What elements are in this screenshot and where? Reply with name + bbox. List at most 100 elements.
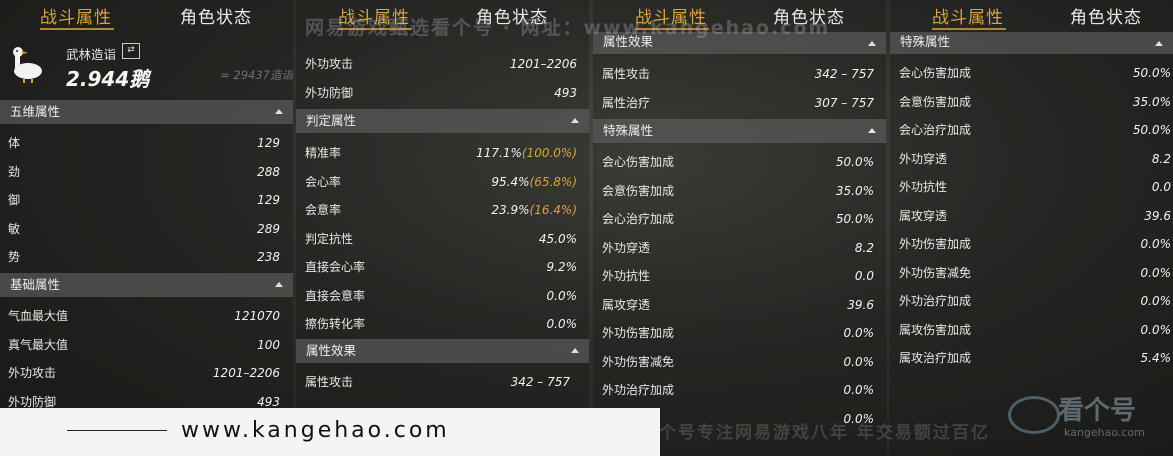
stat-value-text: 39.6 [1144, 208, 1171, 223]
section-base-attributes[interactable]: 基础属性 [0, 273, 293, 297]
stat-label: 体 [8, 136, 21, 150]
stat-value: 8.2 [855, 238, 874, 258]
stat-value-text: 307 – 757 [814, 95, 874, 110]
stat-value: 0.0% [547, 286, 578, 306]
stat-label: 属攻伤害加成 [899, 322, 972, 337]
stat-row: 属攻治疗加成 5.4% [899, 348, 1171, 368]
banner-left-fill [0, 408, 105, 456]
banner-url: www.kangehao.com [181, 418, 450, 443]
tab-bar: 战斗属性 角色状态 [890, 0, 1173, 30]
tab-character-status[interactable]: 角色状态 [1070, 3, 1142, 28]
stat-label: 敏 [8, 221, 21, 236]
stat-value-text: 0.0% [843, 354, 875, 369]
stat-value: 39.6 [1144, 206, 1171, 226]
stat-label: 判定抗性 [305, 231, 354, 246]
stat-value: 1201–2206 [213, 363, 280, 383]
stat-label: 外功伤害加成 [602, 326, 675, 340]
tab-combat-attributes[interactable]: 战斗属性 [40, 3, 112, 28]
stat-label: 会心伤害加成 [602, 155, 675, 169]
collapse-caret-icon[interactable] [571, 348, 579, 353]
stat-value-text: 50.0% [835, 212, 874, 226]
stat-value: 0.0% [1141, 263, 1172, 283]
cultivation-title: 武林造诣 [66, 47, 117, 62]
stat-value-text: 50.0% [1132, 123, 1171, 137]
stat-label: 会意伤害加成 [899, 94, 972, 109]
stat-row: 会意伤害加成 35.0% [899, 92, 1171, 112]
stat-label: 外功防御 [305, 85, 354, 100]
stat-row: 气血最大值 121070 [8, 306, 280, 326]
stat-row: 敏 289 [8, 219, 280, 239]
stat-label: 擦伤转化率 [305, 317, 366, 331]
stat-label: 外功攻击 [305, 57, 354, 71]
stat-row: 擦伤转化率 0.0% [305, 314, 577, 334]
section-five-attributes[interactable]: 五维属性 [0, 100, 293, 124]
stat-label: 势 [8, 250, 21, 264]
section-title: 特殊属性 [900, 34, 951, 49]
stat-label: 外功抗性 [899, 180, 948, 194]
stat-value: 238 [257, 247, 280, 267]
stat-label: 属性治疗 [602, 95, 651, 110]
collapse-caret-icon[interactable] [275, 109, 283, 114]
stat-row: 精准率 117.1%(100.0%) [305, 143, 577, 163]
stat-value: 95.4%(65.8%) [491, 172, 577, 192]
tab-character-status[interactable]: 角色状态 [180, 3, 252, 28]
section-special-attributes[interactable]: 特殊属性 [890, 32, 1173, 54]
stat-label: 外功伤害减免 [899, 265, 972, 280]
stat-row: 属攻穿透 39.6 [899, 206, 1171, 226]
stat-value: 0.0% [1141, 291, 1172, 311]
stat-value-highlight: (65.8%) [529, 174, 577, 189]
stat-value: 307 – 757 [815, 93, 874, 113]
stat-label: 会心治疗加成 [899, 123, 972, 137]
stat-row: 属性攻击 342 – 757 [305, 372, 570, 392]
tab-combat-attributes[interactable]: 战斗属性 [932, 3, 1004, 28]
stat-row: 属性治疗 307 – 757 [602, 93, 874, 113]
stat-value: 45.0% [539, 229, 577, 249]
watermark-bottom: 看个号专注网易游戏八年 年交易额过百亿 [640, 423, 990, 443]
collapse-caret-icon[interactable] [571, 118, 579, 123]
section-special-attributes[interactable]: 特殊属性 [593, 119, 886, 143]
active-tab-indicator [932, 28, 1006, 30]
stat-row: 真气最大值 100 [8, 335, 280, 355]
collapse-caret-icon[interactable] [275, 282, 283, 287]
stat-value: 35.0% [836, 181, 874, 201]
stat-value-text: 129 [257, 136, 280, 150]
collapse-caret-icon[interactable] [1155, 41, 1163, 46]
stat-value-text: 121070 [234, 309, 280, 323]
stat-row: 外功穿透 8.2 [899, 149, 1171, 169]
stat-value: 0.0% [844, 323, 875, 343]
stat-label: 外功治疗加成 [899, 294, 972, 308]
stat-value-text: 129 [257, 193, 280, 207]
stat-value: 9.2% [547, 257, 578, 277]
stat-label: 直接会心率 [305, 260, 366, 274]
collapse-caret-icon[interactable] [868, 128, 876, 133]
swap-icon[interactable]: ⇄ [122, 43, 140, 59]
stat-value-text: 0.0 [854, 269, 874, 283]
stat-value-text: 0.0 [1151, 180, 1171, 194]
stat-label: 会心治疗加成 [602, 212, 675, 226]
stat-value-text: 117.1% [476, 146, 522, 160]
section-judgement-attributes[interactable]: 判定属性 [296, 109, 589, 133]
stat-value: 121070 [234, 306, 280, 326]
stat-value-text: 0.0% [843, 326, 875, 340]
watermark-top: 网易游戏甄选看个号 · 网址：www.kangehao.com [305, 17, 831, 39]
collapse-caret-icon[interactable] [868, 41, 876, 46]
active-tab-indicator [40, 28, 114, 30]
stats-panel-1: 战斗属性 角色状态 武林造诣 ⇄ 2.944鹅 ≈ 29437造诣 五维属性 体… [0, 0, 293, 456]
stat-value-text: 35.0% [1132, 94, 1171, 109]
stat-value: 50.0% [1133, 120, 1171, 140]
stat-value-text: 0.0% [546, 317, 578, 331]
stat-value: 0.0% [1141, 234, 1172, 254]
tab-bar: 战斗属性 角色状态 [0, 0, 293, 30]
stat-value: 0.0% [547, 314, 578, 334]
stat-label: 属性攻击 [602, 67, 651, 81]
stat-row: 外功伤害加成 0.0% [602, 323, 874, 343]
stat-value: 39.6 [847, 295, 874, 315]
section-attribute-effects[interactable]: 属性效果 [296, 339, 589, 363]
stat-value: 0.0% [844, 352, 875, 372]
stat-row: 御 129 [8, 190, 280, 210]
stat-label: 气血最大值 [8, 309, 69, 323]
stat-label: 外功攻击 [8, 366, 57, 380]
stat-row: 外功攻击 1201–2206 [8, 363, 280, 383]
stat-row: 属攻伤害加成 0.0% [899, 320, 1171, 340]
section-title: 属性效果 [306, 343, 357, 358]
